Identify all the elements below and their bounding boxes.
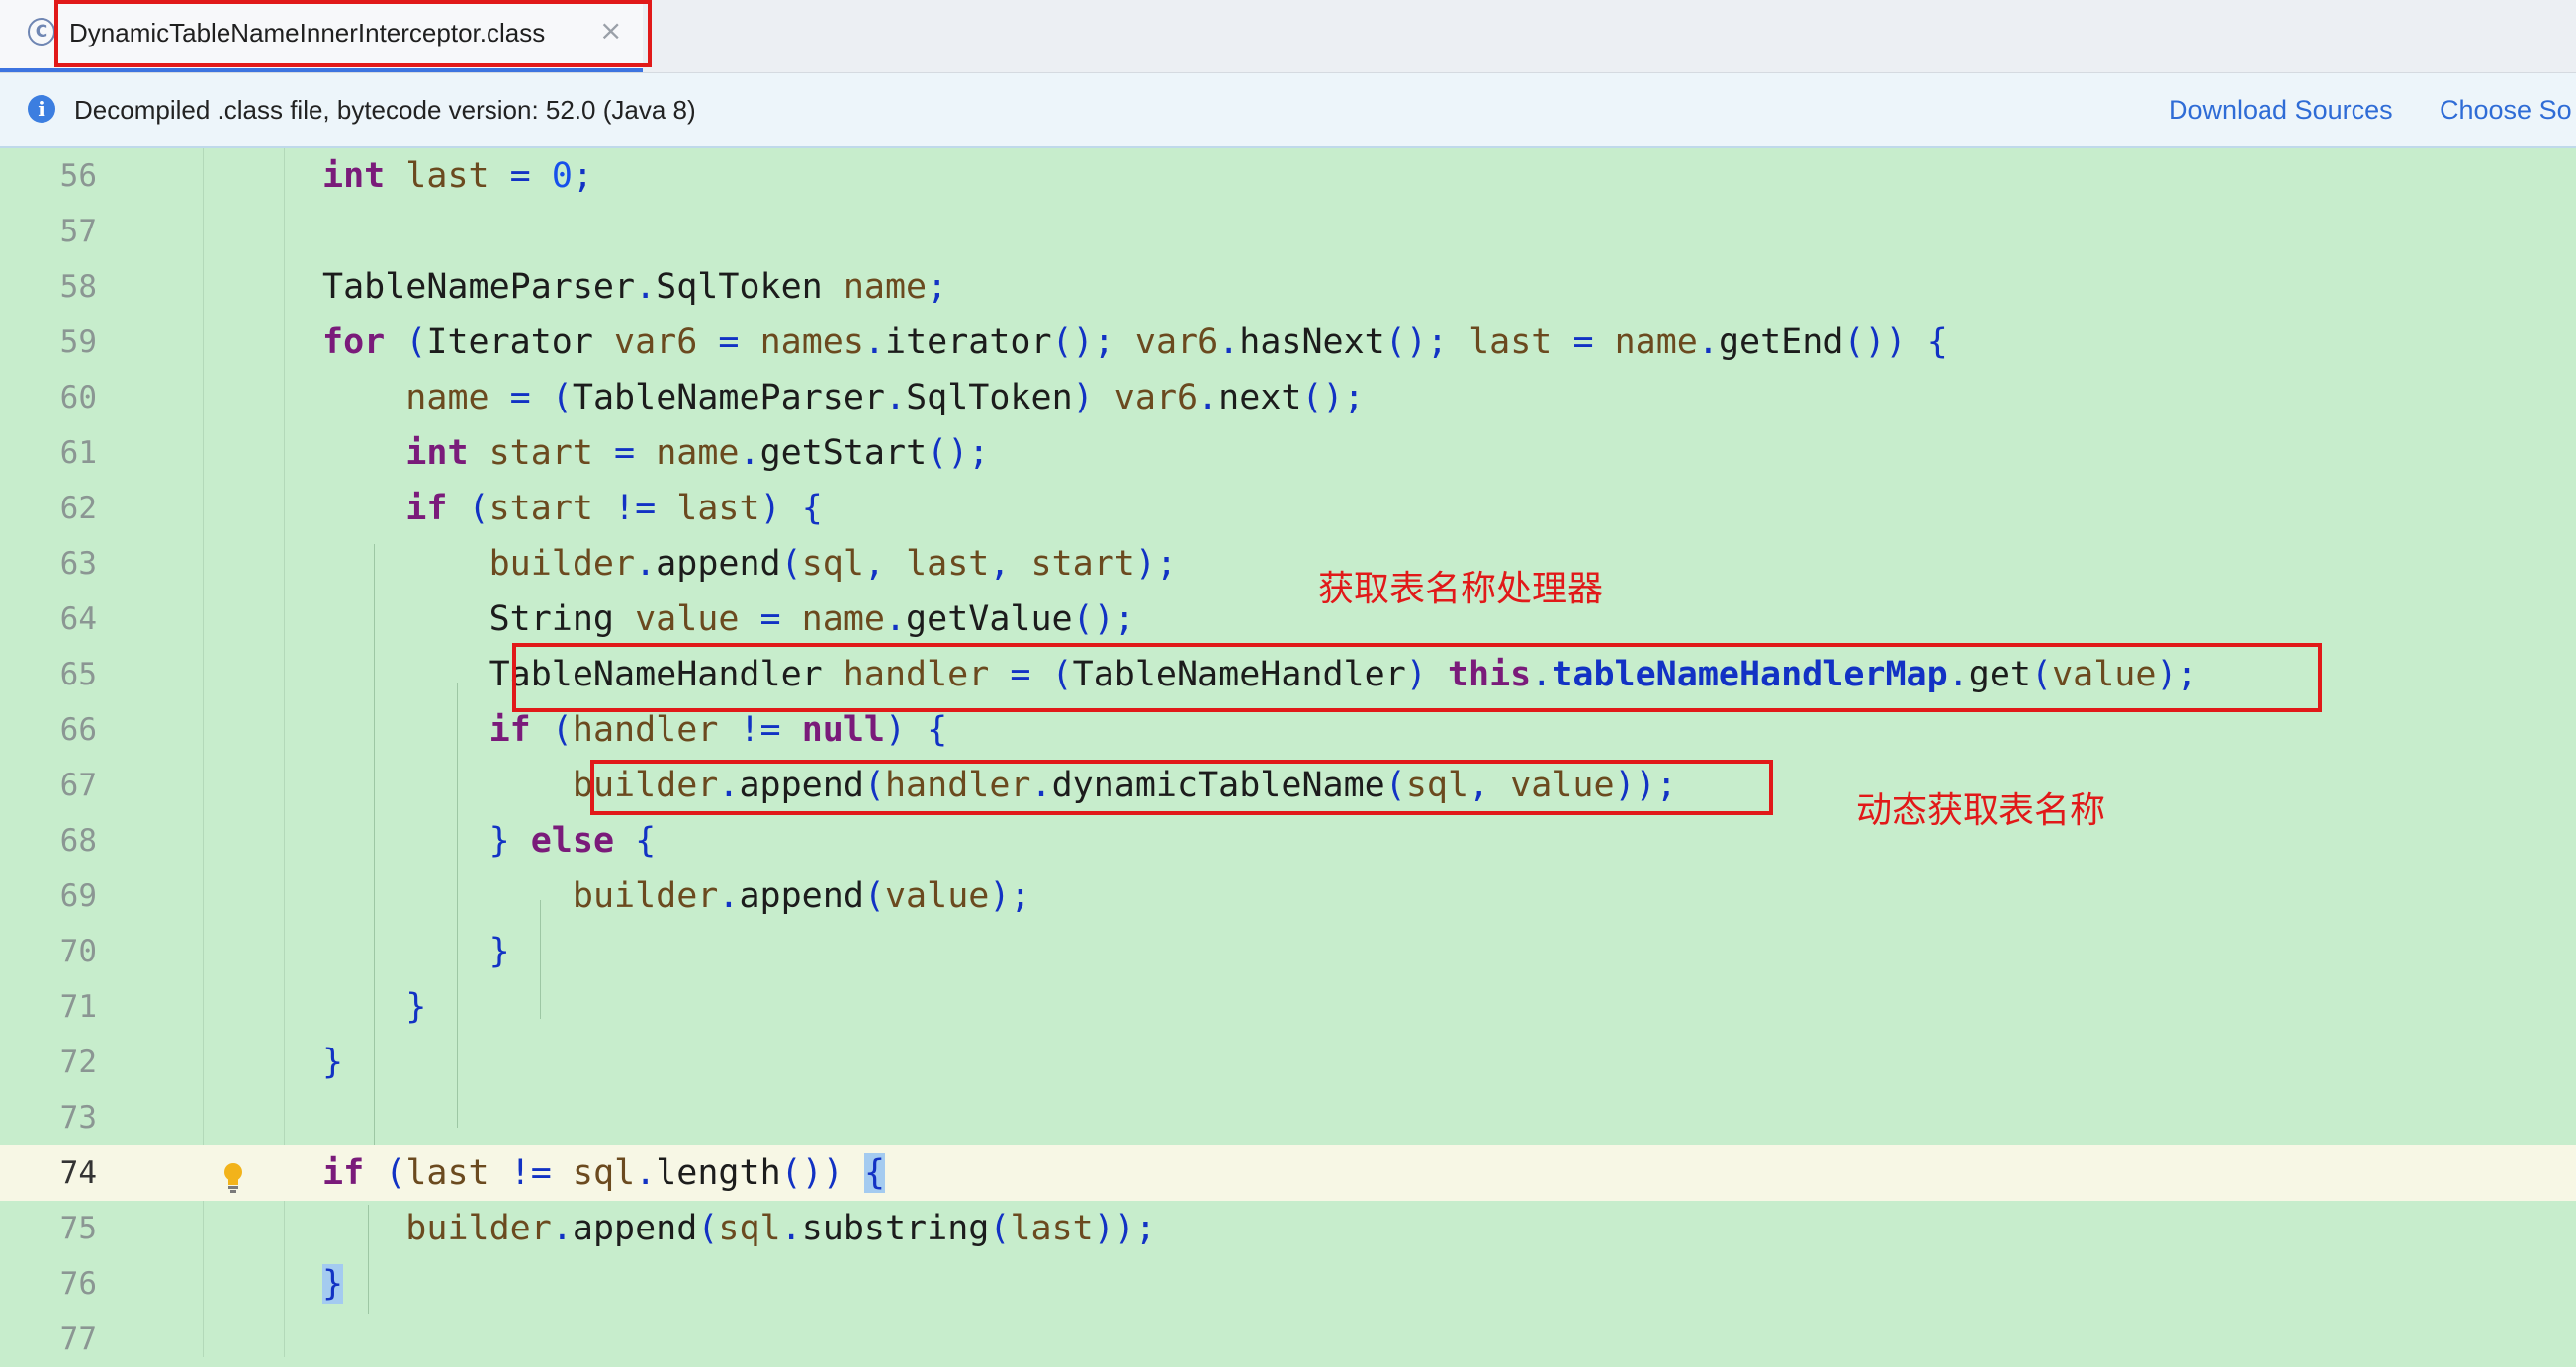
dynamic-annotation: 动态获取表名称 bbox=[1856, 790, 2106, 831]
line-number: 58 bbox=[59, 269, 97, 305]
code-line: 64 String value = name.getValue(); bbox=[0, 592, 2576, 647]
code-line: 58 TableNameParser.SqlToken name; bbox=[0, 259, 2576, 315]
code-line: 56 int last = 0; bbox=[0, 148, 2576, 204]
code-line: 61 int start = name.getStart(); bbox=[0, 425, 2576, 481]
handler-highlight-box bbox=[512, 643, 2322, 712]
code-line: 62 if (start != last) { bbox=[0, 481, 2576, 536]
lightbulb-icon[interactable] bbox=[222, 1161, 244, 1195]
info-icon: i bbox=[28, 95, 55, 123]
code-line: 59 for (Iterator var6 = names.iterator()… bbox=[0, 315, 2576, 370]
code-text: } bbox=[322, 1264, 344, 1304]
code-line: 73 bbox=[0, 1090, 2576, 1145]
code-text: int start = name.getStart(); bbox=[405, 433, 990, 473]
dynamic-table-name-highlight-box bbox=[590, 760, 1773, 815]
code-line: 63 builder.append(sql, last, start); bbox=[0, 536, 2576, 592]
code-text: builder.append(sql, last, start); bbox=[489, 544, 1178, 584]
code-line: 57 bbox=[0, 204, 2576, 259]
banner-text: Decompiled .class file, bytecode version… bbox=[74, 95, 696, 125]
code-line: 70 } bbox=[0, 924, 2576, 979]
line-number: 68 bbox=[59, 823, 97, 859]
code-text: if (last != sql.length()) { bbox=[322, 1153, 886, 1193]
code-text: for (Iterator var6 = names.iterator(); v… bbox=[322, 322, 1948, 362]
code-text: if (start != last) { bbox=[405, 489, 823, 528]
code-text: int last = 0; bbox=[322, 156, 593, 196]
code-line: 60 name = (TableNameParser.SqlToken) var… bbox=[0, 370, 2576, 425]
code-line: 69 builder.append(value); bbox=[0, 868, 2576, 924]
code-text: TableNameParser.SqlToken name; bbox=[322, 267, 948, 307]
code-line: 77 bbox=[0, 1312, 2576, 1367]
choose-sources-link[interactable]: Choose So bbox=[2440, 95, 2572, 126]
code-text: name = (TableNameParser.SqlToken) var6.n… bbox=[405, 378, 1365, 417]
line-number: 67 bbox=[59, 768, 97, 803]
line-number: 56 bbox=[59, 158, 97, 194]
code-line: 68 } else { bbox=[0, 813, 2576, 868]
line-number: 63 bbox=[59, 546, 97, 582]
code-text: } else { bbox=[489, 821, 657, 861]
code-text: } bbox=[489, 932, 510, 971]
line-number: 74 bbox=[59, 1155, 97, 1191]
tab-highlight-box bbox=[54, 0, 652, 67]
code-line: 76 } bbox=[0, 1256, 2576, 1312]
code-text: String value = name.getValue(); bbox=[322, 599, 1135, 639]
line-number: 73 bbox=[59, 1100, 97, 1136]
line-number: 69 bbox=[59, 878, 97, 914]
line-number: 71 bbox=[59, 989, 97, 1025]
line-number: 64 bbox=[59, 601, 97, 637]
line-number: 60 bbox=[59, 380, 97, 415]
line-number: 70 bbox=[59, 934, 97, 969]
download-sources-link[interactable]: Download Sources bbox=[2169, 95, 2393, 126]
line-number: 66 bbox=[59, 712, 97, 748]
line-number: 72 bbox=[59, 1045, 97, 1080]
line-number: 57 bbox=[59, 214, 97, 249]
code-text: builder.append(sql.substring(last)); bbox=[405, 1209, 1156, 1248]
handler-annotation: 获取表名称处理器 bbox=[1318, 569, 1604, 609]
code-line: 75 builder.append(sql.substring(last)); bbox=[0, 1201, 2576, 1256]
code-text: } bbox=[405, 987, 427, 1027]
line-number: 65 bbox=[59, 657, 97, 692]
code-line: 71 } bbox=[0, 979, 2576, 1035]
line-number: 62 bbox=[59, 491, 97, 526]
code-editor[interactable]: 56 int last = 0; 57 58 TableNameParser.S… bbox=[0, 148, 2576, 1357]
code-line-current: 74 if (last != sql.length()) { bbox=[0, 1145, 2576, 1201]
line-number: 59 bbox=[59, 324, 97, 360]
code-line: 72 } bbox=[0, 1035, 2576, 1090]
class-icon: C bbox=[28, 18, 55, 46]
line-number: 76 bbox=[59, 1266, 97, 1302]
line-number: 61 bbox=[59, 435, 97, 471]
line-number: 75 bbox=[59, 1211, 97, 1246]
code-text: } bbox=[322, 1043, 344, 1082]
decompiled-info-banner: i Decompiled .class file, bytecode versi… bbox=[0, 73, 2576, 148]
line-number: 77 bbox=[59, 1321, 97, 1357]
code-text: builder.append(value); bbox=[572, 876, 1031, 916]
